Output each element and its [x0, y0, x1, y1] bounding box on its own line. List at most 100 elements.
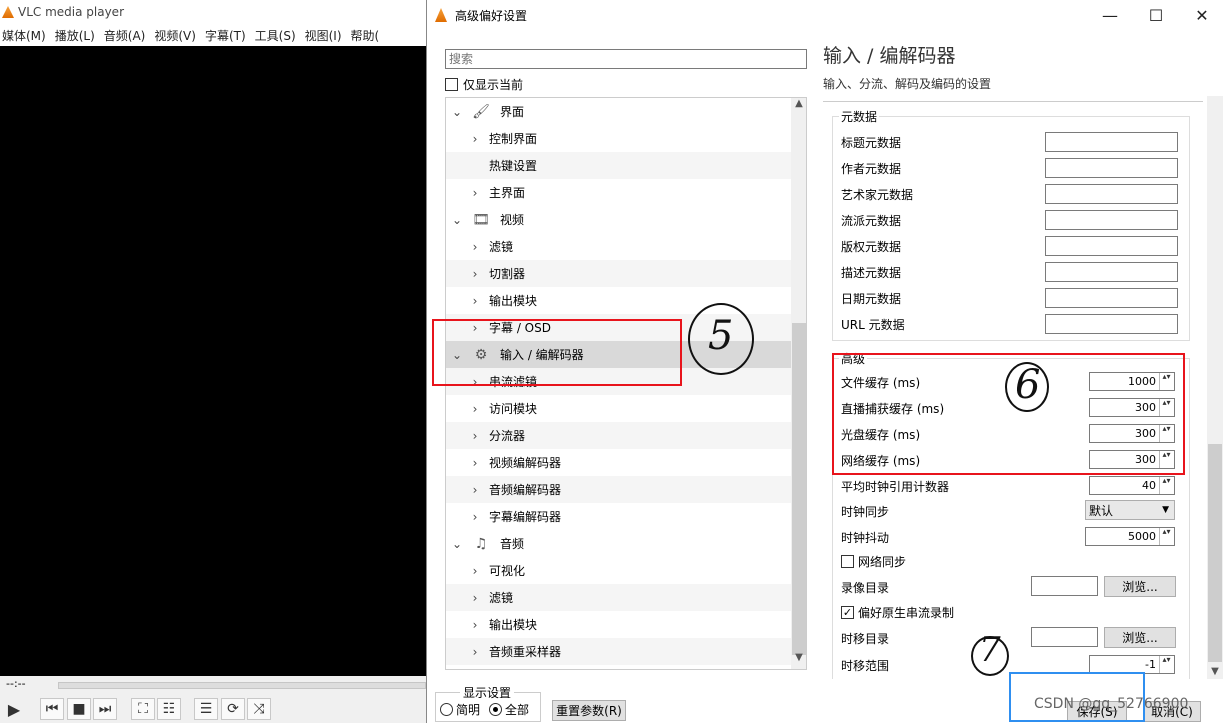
chevron-right-icon[interactable]: ›: [468, 591, 482, 605]
record-dir-browse-button[interactable]: 浏览...: [1104, 576, 1176, 597]
tree-item[interactable]: › 滤镜: [446, 584, 791, 611]
scroll-up-icon[interactable]: ▲: [791, 98, 806, 115]
metadata-input[interactable]: [1045, 210, 1178, 230]
scroll-thumb[interactable]: [792, 323, 806, 655]
menu-subtitle[interactable]: 字幕(T): [203, 27, 253, 44]
metadata-input[interactable]: [1045, 262, 1178, 282]
record-dir-input[interactable]: [1031, 576, 1098, 596]
menu-help[interactable]: 帮助(: [349, 27, 387, 44]
chevron-right-icon[interactable]: ›: [468, 645, 482, 659]
tree-item-label: 字幕编解码器: [489, 510, 562, 524]
tree-scrollbar[interactable]: ▲ ▼: [791, 98, 806, 669]
radio-selected-icon[interactable]: [489, 703, 502, 716]
chevron-right-icon[interactable]: ›: [468, 618, 482, 632]
network-sync-checkbox[interactable]: 网络同步: [841, 553, 906, 570]
panel-scrollbar[interactable]: ▼: [1207, 96, 1223, 679]
scroll-down-icon[interactable]: ▼: [1207, 666, 1223, 677]
tree-item[interactable]: › 控制界面: [446, 125, 791, 152]
tree-item[interactable]: › 字幕编解码器: [446, 503, 791, 530]
advanced-setting-spinbox[interactable]: 40: [1089, 476, 1175, 495]
equalizer-icon[interactable]: ☷: [157, 698, 181, 720]
chevron-right-icon[interactable]: ›: [468, 240, 482, 254]
search-input[interactable]: [445, 49, 807, 69]
metadata-input[interactable]: [1045, 288, 1178, 308]
reset-button[interactable]: 重置参数(R): [552, 700, 626, 721]
checkbox-box[interactable]: [841, 555, 854, 568]
fullscreen-icon[interactable]: ⛶: [131, 698, 155, 720]
tree-item[interactable]: 热键设置: [446, 152, 791, 179]
chevron-down-icon[interactable]: ⌄: [450, 213, 464, 227]
tree-item[interactable]: › 音频重采样器: [446, 638, 791, 665]
scroll-thumb[interactable]: [1208, 444, 1222, 662]
timeshift-dir-browse-button[interactable]: 浏览...: [1104, 627, 1176, 648]
maximize-icon[interactable]: ☐: [1133, 0, 1179, 30]
playlist-icon[interactable]: ☰: [194, 698, 218, 720]
menu-media[interactable]: 媒体(M): [0, 27, 53, 44]
prefer-raw-checkbox[interactable]: ✓ 偏好原生串流录制: [841, 604, 954, 621]
chevron-right-icon[interactable]: ›: [468, 186, 482, 200]
chevron-right-icon[interactable]: ›: [468, 294, 482, 308]
metadata-input[interactable]: [1045, 236, 1178, 256]
minimize-icon[interactable]: —: [1087, 0, 1133, 30]
chevron-right-icon[interactable]: ›: [468, 429, 482, 443]
tree-item[interactable]: › 滤镜: [446, 233, 791, 260]
menu-tools[interactable]: 工具(S): [253, 27, 303, 44]
chevron-right-icon[interactable]: ›: [468, 132, 482, 146]
tree-item[interactable]: › 访问模块: [446, 395, 791, 422]
stop-icon[interactable]: ■: [67, 698, 91, 720]
metadata-input[interactable]: [1045, 314, 1178, 334]
tree-item-label: 控制界面: [489, 132, 538, 146]
shuffle-icon[interactable]: ⤨: [247, 698, 271, 720]
clock-jitter-spinbox[interactable]: 5000: [1085, 527, 1175, 546]
loop-icon[interactable]: ⟳: [221, 698, 245, 720]
metadata-label: 标题元数据: [841, 136, 902, 150]
metadata-input[interactable]: [1045, 184, 1178, 204]
check-icon[interactable]: ✓: [841, 606, 854, 619]
clock-sync-select[interactable]: 默认 ▼: [1085, 500, 1175, 520]
tree-item[interactable]: › 输出模块: [446, 611, 791, 638]
chevron-right-icon[interactable]: ›: [468, 483, 482, 497]
menu-video[interactable]: 视频(V): [152, 27, 203, 44]
next-icon[interactable]: ⏭: [93, 698, 117, 720]
chevron-down-icon[interactable]: ⌄: [450, 537, 464, 551]
seek-bar[interactable]: [58, 682, 426, 689]
chevron-right-icon[interactable]: ›: [468, 402, 482, 416]
chevron-right-icon[interactable]: ›: [468, 510, 482, 524]
radio-icon[interactable]: [440, 703, 453, 716]
playback-controls: ▶ ⏮ ■ ⏭ ⛶ ☷ ☰ ⟳ ⤨: [0, 696, 426, 723]
checkbox-box[interactable]: [445, 78, 458, 91]
tree-item[interactable]: ⌄ 🖌 界面: [446, 98, 791, 125]
vlc-title-bar: VLC media player: [0, 0, 426, 24]
tree-item[interactable]: › 音频编解码器: [446, 476, 791, 503]
simple-radio[interactable]: 简明: [440, 701, 480, 718]
metadata-label: 描述元数据: [841, 266, 902, 280]
tree-item[interactable]: ⌄ 🎞 视频: [446, 206, 791, 233]
menu-view[interactable]: 视图(I): [303, 27, 349, 44]
show-current-checkbox[interactable]: 仅显示当前: [445, 76, 523, 93]
tree-item[interactable]: › 视频编解码器: [446, 449, 791, 476]
tree-item[interactable]: › 可视化: [446, 557, 791, 584]
chevron-right-icon[interactable]: ›: [468, 267, 482, 281]
chevron-down-icon[interactable]: ⌄: [450, 105, 464, 119]
tree-item[interactable]: › 分流器: [446, 422, 791, 449]
metadata-input[interactable]: [1045, 158, 1178, 178]
tree-item[interactable]: › 主界面: [446, 179, 791, 206]
prev-icon[interactable]: ⏮: [40, 698, 64, 720]
seek-area: --:--: [0, 676, 426, 694]
menu-audio[interactable]: 音频(A): [102, 27, 153, 44]
video-area[interactable]: [0, 46, 426, 676]
tree-item-label: 可视化: [489, 564, 526, 578]
tree-item[interactable]: ⌄ ♫ 音频: [446, 530, 791, 557]
timeshift-dir-input[interactable]: [1031, 627, 1098, 647]
chevron-right-icon[interactable]: ›: [468, 564, 482, 578]
close-icon[interactable]: ✕: [1179, 0, 1224, 30]
all-radio[interactable]: 全部: [489, 701, 529, 718]
menu-playback[interactable]: 播放(L): [53, 27, 102, 44]
metadata-input[interactable]: [1045, 132, 1178, 152]
chevron-right-icon[interactable]: ›: [468, 456, 482, 470]
tree-item-label: 视频: [500, 213, 525, 227]
play-icon[interactable]: ▶: [2, 698, 26, 720]
tree-item[interactable]: › 切割器: [446, 260, 791, 287]
scroll-down-icon[interactable]: ▼: [791, 652, 806, 669]
tree-item-label: 滤镜: [489, 240, 514, 254]
